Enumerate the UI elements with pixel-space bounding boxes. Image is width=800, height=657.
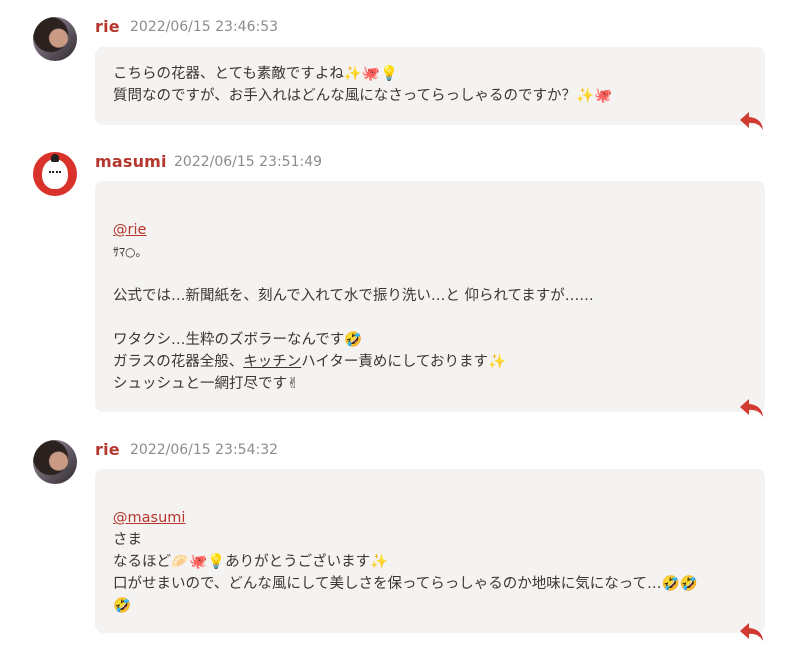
comment-line: ワタクシ…生粋のズボラーなんです🤣 (113, 332, 363, 348)
comment-line: ｻﾏ○｡ (113, 245, 142, 259)
comment-line: ガラスの花器全般、 (113, 354, 244, 370)
mention-link[interactable]: @rie (113, 222, 146, 238)
comment-line: 公式では…新聞紙を、刻んで入れて水で振り洗い…と 仰られてますが…… (113, 288, 594, 304)
comment-line: ハイター責めにしております✨ (301, 354, 507, 370)
underlined-word: キッチン (243, 354, 302, 370)
comment-timestamp: 2022/06/15 23:54:32 (130, 442, 279, 458)
comment-body: こちらの花器、とても素敵ですよね✨🐙💡 質問なのですが、お手入れはどんな風になさ… (95, 47, 765, 125)
comment-line: 口がせまいので、どんな風にして美しさを保ってらっしゃるのか地味に気になって…🤣🤣 (113, 576, 698, 592)
comment-author[interactable]: rie (95, 17, 120, 36)
comment-line: こちらの花器、とても素敵ですよね✨🐙💡 (113, 66, 399, 82)
reply-arrow-icon[interactable] (738, 109, 766, 133)
comment-line (113, 307, 747, 329)
comment-line: なるほど🥟🐙💡ありがとうございます✨ (113, 554, 389, 570)
comment-line: 質問なのですが、お手入れはどんな風になさってらっしゃるのですか？✨🐙 (113, 88, 613, 104)
avatar[interactable] (33, 17, 77, 61)
comment-line (113, 263, 747, 285)
comment-timestamp: 2022/06/15 23:51:49 (174, 154, 323, 170)
comment-body: @rie ｻﾏ○｡ 公式では…新聞紙を、刻んで入れて水で振り洗い…と 仰られてま… (95, 181, 765, 412)
comment-author[interactable]: rie (95, 440, 120, 459)
reply-arrow-icon[interactable] (738, 620, 766, 644)
mention-link[interactable]: @masumi (113, 510, 185, 526)
avatar[interactable] (33, 440, 77, 484)
comment-line: さま (113, 532, 142, 548)
reply-arrow-icon[interactable] (738, 396, 766, 420)
comment-body: @masumi さま なるほど🥟🐙💡ありがとうございます✨ 口がせまいので、どん… (95, 469, 765, 633)
avatar[interactable] (33, 152, 77, 196)
comment-line: シュッシュと一網打尽です✌ (113, 376, 300, 392)
comment-line: 🤣 (113, 598, 132, 614)
comment-timestamp: 2022/06/15 23:46:53 (130, 19, 279, 35)
comment-author[interactable]: masumi (95, 152, 167, 171)
